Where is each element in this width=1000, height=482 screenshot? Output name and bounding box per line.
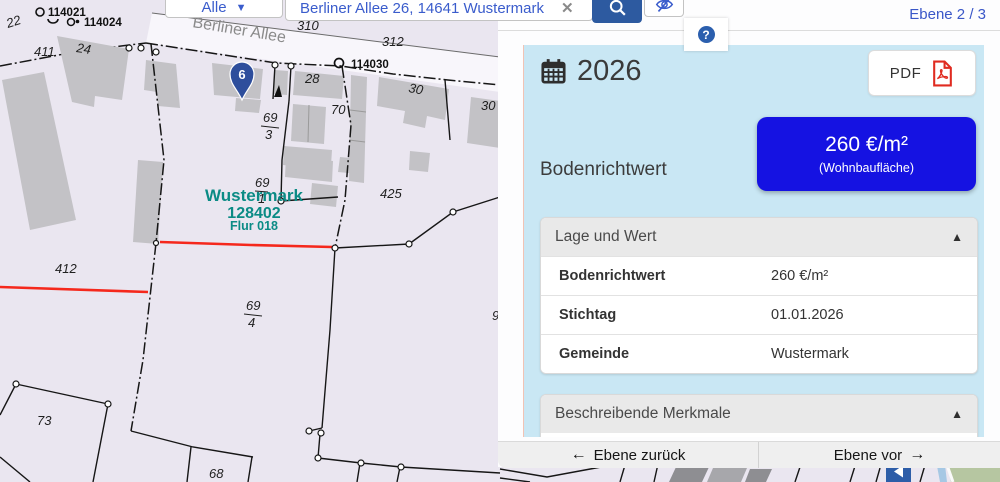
parcel-label: 30 — [481, 98, 496, 113]
info-panel: Ebene 2 / 3 ? 2026 PDF Bodenrichtwert 26… — [498, 0, 1000, 468]
svg-text:69: 69 — [246, 298, 260, 313]
layer-indicator: Ebene 2 / 3 — [909, 6, 986, 23]
toggle-visibility-button[interactable] — [644, 0, 684, 17]
section-header[interactable]: Lage und Wert ▲ — [541, 218, 977, 256]
parcel-label: 73 — [37, 413, 52, 428]
section-header[interactable]: Beschreibende Merkmale ▲ — [541, 395, 977, 433]
row-value: 260 €/m² — [771, 268, 829, 284]
parcel-label: 425 — [380, 186, 402, 201]
parcel-label: 68 — [209, 466, 224, 481]
year-display: 2026 — [540, 55, 642, 88]
section-title: Lage und Wert — [555, 228, 657, 245]
brw-value: 260 €/m² — [825, 133, 908, 156]
brw-label: Bodenrichtwert — [540, 159, 667, 180]
svg-text:4: 4 — [248, 315, 255, 330]
calendar-icon — [541, 59, 566, 84]
layer-forward-button[interactable]: Ebene vor → — [759, 442, 1000, 468]
parcel-label: 412 — [55, 261, 77, 276]
row-value: Wustermark — [771, 346, 849, 362]
clear-search-icon[interactable]: ✕ — [561, 1, 574, 17]
collapse-icon[interactable]: ▲ — [951, 230, 963, 244]
marker-label: 114030 — [351, 59, 389, 71]
svg-text:69: 69 — [263, 110, 277, 125]
marker-label: 114021 — [48, 7, 86, 19]
brw-detail-panel: 2026 PDF Bodenrichtwert 260 €/m² (Wohnba… — [523, 45, 984, 437]
collapse-icon[interactable]: ▲ — [951, 407, 963, 421]
section-beschreibende-merkmale: Beschreibende Merkmale ▲ — [540, 394, 978, 437]
search-input[interactable] — [300, 0, 555, 17]
table-row: Gemeinde Wustermark — [541, 334, 977, 373]
row-value: 01.01.2026 — [771, 307, 844, 323]
svg-text:Flur 018: Flur 018 — [230, 219, 278, 233]
house-number: 24 — [75, 40, 92, 57]
house-number: 28 — [304, 71, 320, 86]
brw-usage-type: (Wohnbaufläche) — [819, 161, 914, 175]
pdf-file-icon — [933, 60, 953, 86]
table-row: Bodenrichtwert 260 €/m² — [541, 256, 977, 295]
svg-text:Wustermark: Wustermark — [205, 186, 303, 205]
svg-text:3: 3 — [265, 127, 273, 142]
house-number: 70 — [331, 102, 346, 117]
parcel-label: 411 — [34, 44, 55, 59]
table-row: Stichtag 01.01.2026 — [541, 295, 977, 334]
layer-navigation: ← Ebene zurück Ebene vor → — [498, 441, 1000, 468]
category-dropdown[interactable]: Alle ▼ — [165, 0, 283, 18]
chevron-down-icon: ▼ — [235, 2, 247, 14]
search-icon — [609, 0, 626, 16]
address-search-field[interactable]: ✕ — [285, 0, 593, 21]
section-title: Beschreibende Merkmale — [555, 405, 731, 422]
category-dropdown-label: Alle — [201, 0, 227, 16]
layer-back-button[interactable]: ← Ebene zurück — [498, 442, 759, 468]
brw-value-badge: 260 €/m² (Wohnbaufläche) — [757, 117, 976, 191]
eye-slash-icon — [655, 0, 673, 12]
search-button[interactable] — [592, 0, 642, 23]
pin-number: 6 — [238, 67, 245, 82]
pdf-export-button[interactable]: PDF — [868, 50, 976, 96]
section-lage-und-wert: Lage und Wert ▲ Bodenrichtwert 260 €/m² … — [540, 217, 978, 374]
help-button[interactable]: ? — [684, 18, 728, 51]
layer-back-label: Ebene zurück — [593, 446, 686, 464]
row-label: Bodenrichtwert — [559, 268, 666, 284]
pdf-button-label: PDF — [889, 64, 922, 82]
arrow-left-icon: ← — [570, 446, 587, 463]
layer-forward-label: Ebene vor — [833, 446, 903, 464]
brw-year: 2026 — [577, 55, 642, 87]
row-label: Gemeinde — [559, 346, 630, 362]
parcel-label: 312 — [382, 34, 404, 49]
arrow-right-icon: → — [909, 446, 926, 463]
help-icon[interactable]: ? — [697, 26, 715, 43]
row-label: Stichtag — [559, 307, 617, 323]
marker-label: 114024 — [84, 17, 122, 29]
